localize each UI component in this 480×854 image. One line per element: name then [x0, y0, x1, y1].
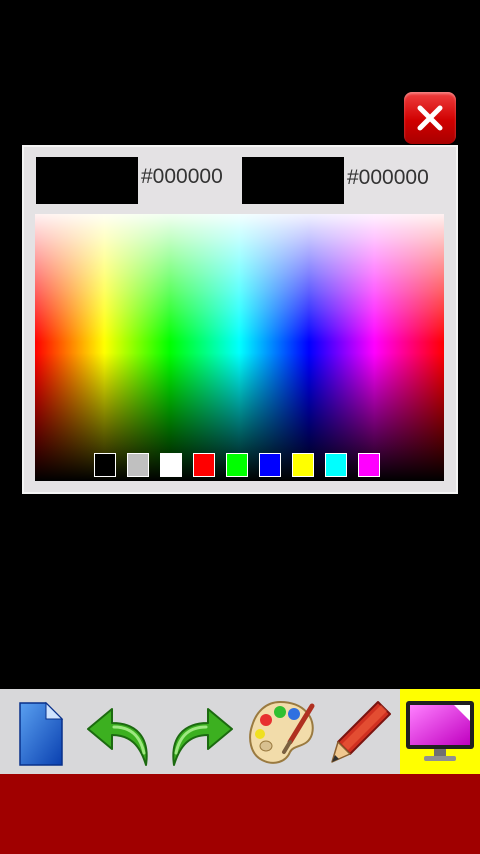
palette-icon [249, 700, 315, 764]
close-icon [417, 105, 443, 131]
pencil-icon [331, 701, 391, 763]
color-spectrum[interactable] [35, 214, 444, 481]
preset-swatch-black[interactable] [94, 453, 116, 477]
preset-swatch-gray[interactable] [127, 453, 149, 477]
undo-button[interactable] [80, 689, 160, 774]
secondary-color-hex: #000000 [347, 166, 429, 189]
secondary-color-swatch[interactable] [242, 157, 344, 204]
preset-swatch-red[interactable] [193, 453, 215, 477]
primary-color-swatch[interactable] [36, 157, 138, 204]
primary-color-hex: #000000 [141, 165, 223, 188]
preset-swatch-green[interactable] [226, 453, 248, 477]
preset-swatch-cyan[interactable] [325, 453, 347, 477]
display-color-icon [406, 701, 474, 761]
pencil-button[interactable] [320, 689, 400, 774]
color-picker-dialog: #000000 #000000 [22, 145, 458, 494]
palette-button[interactable] [240, 689, 320, 774]
preset-swatch-white[interactable] [160, 453, 182, 477]
undo-arrow-icon [87, 708, 148, 766]
paint-screen: #000000 #000000 [0, 0, 480, 854]
preset-swatch-blue[interactable] [259, 453, 281, 477]
redo-button[interactable] [160, 689, 240, 774]
new-page-icon [19, 701, 64, 766]
close-dialog-button[interactable] [404, 92, 456, 144]
redo-arrow-icon [172, 708, 233, 766]
bottom-banner [0, 774, 480, 854]
preset-swatch-magenta[interactable] [358, 453, 380, 477]
bottom-toolbar [0, 689, 480, 774]
display-color-button[interactable] [400, 689, 480, 774]
new-page-button[interactable] [0, 689, 80, 774]
preset-swatch-yellow[interactable] [292, 453, 314, 477]
